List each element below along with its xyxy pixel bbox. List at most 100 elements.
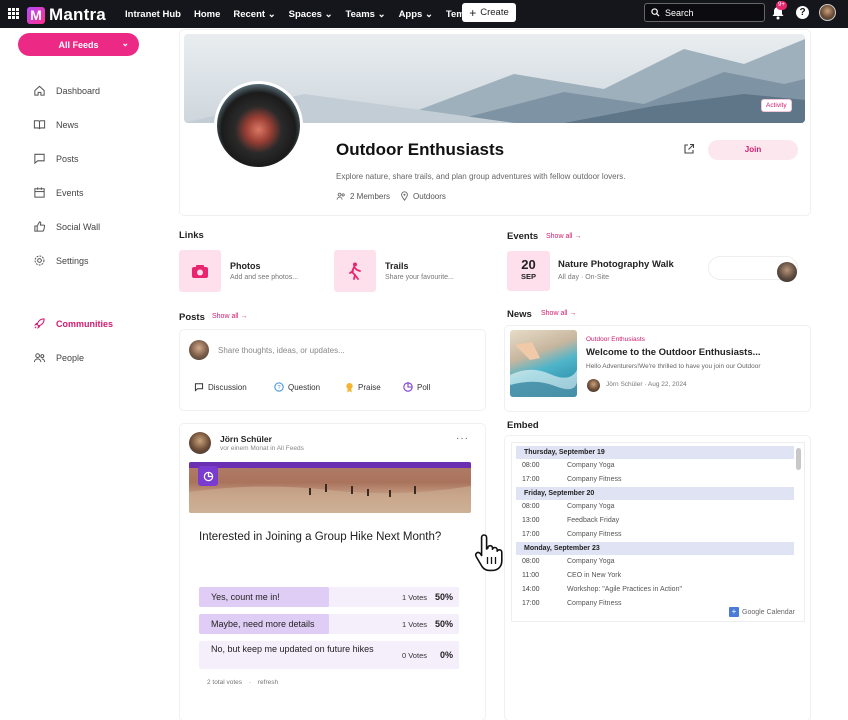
- sidebar-item-label: Events: [56, 187, 84, 198]
- plus-icon: +: [729, 607, 739, 617]
- nav-home[interactable]: Home: [194, 9, 220, 20]
- post-type-label: Poll: [417, 382, 431, 392]
- post-author[interactable]: Jörn Schüler: [220, 434, 272, 444]
- nav-intranet-hub[interactable]: Intranet Hub: [125, 9, 181, 20]
- sidebar-item-posts[interactable]: Posts: [33, 152, 79, 165]
- post-author-avatar[interactable]: [189, 432, 211, 454]
- sidebar-item-news[interactable]: News: [33, 118, 79, 131]
- sidebar-item-communities[interactable]: Communities: [33, 317, 113, 330]
- hiker-icon: [349, 262, 361, 280]
- calendar-event[interactable]: 08:00 Company Yoga: [522, 462, 614, 469]
- main-nav: Intranet Hub Home Recent ⌄ Spaces ⌄ Team…: [125, 0, 492, 28]
- share-icon[interactable]: [683, 143, 695, 155]
- sidebar-item-social-wall[interactable]: Social Wall: [33, 220, 100, 233]
- people-icon: [33, 353, 46, 363]
- link-name: Trails: [385, 261, 409, 271]
- sidebar-item-people[interactable]: People: [33, 351, 84, 364]
- sidebar-item-dashboard[interactable]: Dashboard: [33, 84, 100, 97]
- chevron-down-icon: ⌄: [267, 8, 276, 20]
- sidebar-item-label: News: [56, 119, 79, 130]
- event-month: SEP: [520, 272, 536, 281]
- photos-tile-icon: [179, 250, 221, 292]
- group-avatar: [214, 81, 303, 170]
- calendar-day-header: Thursday, September 19: [516, 446, 794, 459]
- logo[interactable]: M Mantra: [27, 5, 106, 25]
- embedded-calendar[interactable]: Thursday, September 19 08:00 Company Yoga…: [511, 442, 805, 622]
- posts-title: Posts: [179, 312, 205, 323]
- more-options-icon[interactable]: ···: [456, 433, 469, 444]
- chevron-down-icon: ⌄: [377, 8, 386, 20]
- calendar-event[interactable]: 17:00 Company Fitness: [522, 476, 621, 483]
- link-sub: Add and see photos...: [230, 274, 299, 281]
- nav-recent[interactable]: Recent ⌄: [233, 9, 275, 20]
- user-avatar[interactable]: [819, 4, 836, 21]
- news-headline[interactable]: Welcome to the Outdoor Enthusiasts...: [586, 347, 796, 358]
- calendar-scrollbar[interactable]: [796, 448, 801, 470]
- gear-icon: [34, 255, 45, 266]
- help-icon[interactable]: ?: [796, 6, 809, 19]
- activity-badge[interactable]: Activity: [761, 99, 792, 112]
- calendar-icon: [34, 187, 45, 198]
- poll-option[interactable]: No, but keep me updated on future hikes …: [199, 641, 459, 669]
- join-button[interactable]: Join: [708, 140, 798, 160]
- calendar-event[interactable]: 08:00 Company Yoga: [522, 558, 614, 565]
- pie-chart-icon: [203, 471, 213, 481]
- sidebar-item-events[interactable]: Events: [33, 186, 84, 199]
- poll-refresh-link[interactable]: refresh: [258, 679, 278, 686]
- link-name: Photos: [230, 261, 261, 271]
- post-type-question[interactable]: ? Question: [274, 382, 320, 392]
- attendee-avatar[interactable]: [777, 262, 797, 282]
- news-show-all[interactable]: Show all →: [541, 310, 576, 317]
- news-image[interactable]: [510, 330, 577, 397]
- link-trails[interactable]: Trails Share your favourite...: [334, 250, 454, 292]
- calendar-event[interactable]: 08:00 Company Yoga: [522, 503, 614, 510]
- post-type-poll[interactable]: Poll: [403, 382, 430, 392]
- poll-option[interactable]: Yes, count me in! 1 Votes 50%: [199, 587, 459, 607]
- news-excerpt: Hello Adventurers!We're thrilled to have…: [586, 363, 761, 370]
- search-input[interactable]: Search: [644, 3, 765, 22]
- event-name: Company Fitness: [567, 600, 622, 607]
- event-name: Workshop: "Agile Practices in Action": [567, 586, 682, 593]
- create-label: Create: [480, 7, 509, 18]
- members-count[interactable]: 2 Members: [336, 191, 390, 201]
- app-grid-icon[interactable]: [8, 8, 19, 19]
- nav-spaces[interactable]: Spaces ⌄: [289, 9, 333, 20]
- post-type-label: Discussion: [208, 382, 247, 392]
- event-time: 17:00: [522, 476, 540, 483]
- sidebar-item-settings[interactable]: Settings: [33, 254, 89, 267]
- create-button[interactable]: + Create: [462, 3, 516, 22]
- chat-icon: [194, 383, 204, 392]
- nav-teams-label: Teams: [345, 8, 375, 20]
- news-category[interactable]: Outdoor Enthusiasts: [586, 336, 645, 343]
- nav-spaces-label: Spaces: [288, 8, 322, 20]
- event-time: 17:00: [522, 531, 540, 538]
- composer-input[interactable]: Share thoughts, ideas, or updates...: [218, 346, 345, 355]
- poll-option-votes: 0 Votes: [401, 651, 427, 660]
- calendar-event[interactable]: 13:00 Feedback Friday: [522, 517, 619, 524]
- nav-apps[interactable]: Apps ⌄: [399, 9, 433, 20]
- link-photos[interactable]: Photos Add and see photos...: [179, 250, 298, 292]
- nav-teams[interactable]: Teams ⌄: [346, 9, 386, 20]
- question-icon: ?: [274, 382, 284, 392]
- chat-icon: [34, 153, 45, 165]
- event-title[interactable]: Nature Photography Walk: [558, 259, 674, 270]
- poll-option[interactable]: Maybe, need more details 1 Votes 50%: [199, 614, 459, 634]
- plus-icon: +: [469, 5, 477, 20]
- posts-show-all[interactable]: Show all →: [212, 313, 247, 320]
- calendar-event[interactable]: 14:00 Workshop: "Agile Practices in Actio…: [522, 586, 682, 593]
- calendar-event[interactable]: 11:00 CEO in New York: [522, 572, 621, 579]
- events-show-all[interactable]: Show all →: [546, 233, 581, 240]
- calendar-event[interactable]: 17:00 Company Fitness: [522, 531, 621, 538]
- logo-text: Mantra: [49, 5, 106, 24]
- calendar-event[interactable]: 17:00 Company Fitness: [522, 600, 621, 607]
- thumbs-up-icon: [34, 221, 46, 232]
- google-calendar-link[interactable]: + Google Calendar: [729, 607, 795, 617]
- feed-selector-label: All Feeds: [58, 39, 99, 50]
- event-name: Company Yoga: [567, 462, 615, 469]
- news-meta: Jörn Schüler · Aug 22, 2024: [606, 381, 687, 388]
- post-type-praise[interactable]: Praise: [345, 382, 381, 393]
- sidebar-item-label: Settings: [56, 255, 89, 266]
- notification-badge: 9+: [776, 1, 787, 10]
- feed-selector[interactable]: All Feeds ⌄: [18, 33, 139, 56]
- post-type-discussion[interactable]: Discussion: [194, 382, 247, 392]
